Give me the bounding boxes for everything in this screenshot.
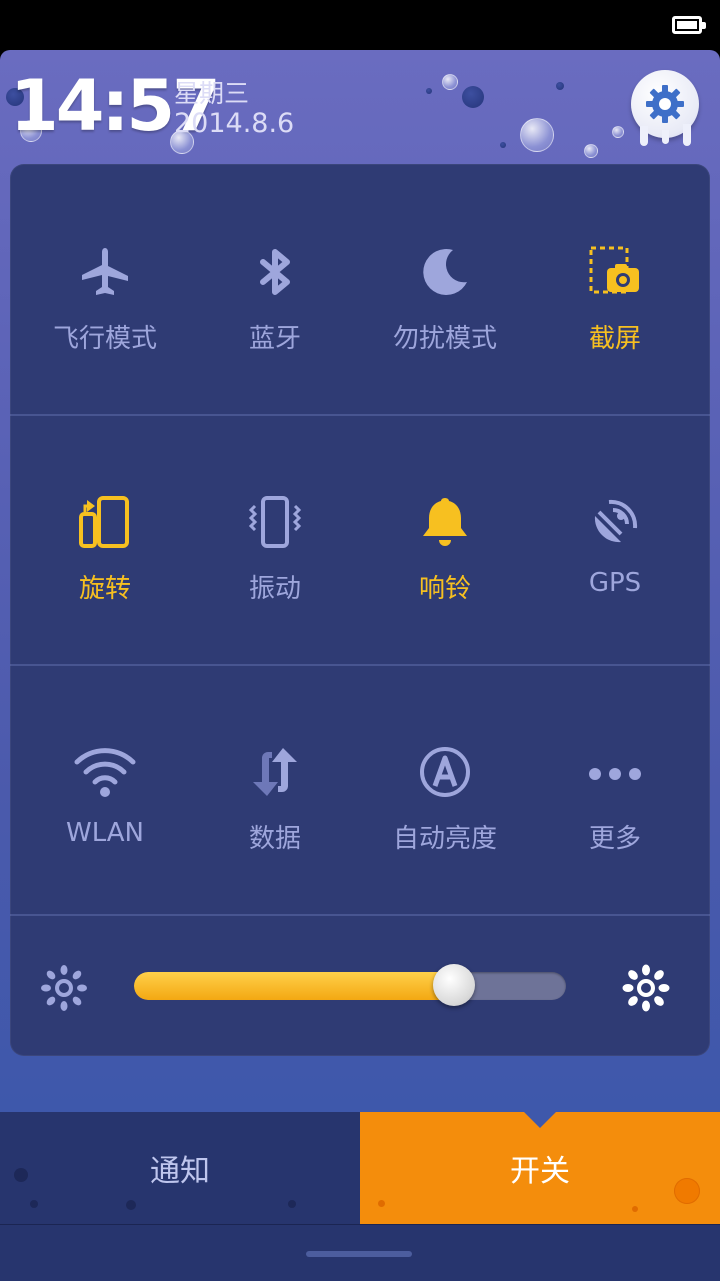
toggle-auto-brightness[interactable]: 自动亮度: [360, 740, 530, 880]
date-label: 2014.8.6: [174, 108, 295, 139]
bubble-decoration: [612, 126, 624, 138]
toggle-ring[interactable]: 响铃: [360, 490, 530, 630]
tab-toggles[interactable]: 开关: [360, 1112, 720, 1224]
toggle-label: 振动: [248, 574, 301, 604]
dot-decoration: [632, 1206, 638, 1212]
data-arrows-icon: [243, 740, 307, 804]
brightness-slider-track[interactable]: [134, 972, 566, 1000]
vibrate-icon: [243, 490, 307, 554]
airplane-icon: [73, 240, 137, 304]
row-divider: [10, 914, 710, 916]
brightness-slider-thumb[interactable]: [432, 964, 475, 1006]
tab-toggles-label: 开关: [510, 1154, 570, 1189]
toggle-label: 旋转: [78, 574, 131, 604]
active-tab-pointer: [522, 1110, 558, 1128]
bubble-decoration: [426, 88, 432, 94]
toggle-rotate[interactable]: 旋转: [20, 490, 190, 630]
tab-notifications-label: 通知: [150, 1154, 210, 1189]
quick-toggles-panel: 飞行模式 蓝牙 勿扰模式 截屏 旋转 振动 响铃 GPS WLAN 数据 自动亮…: [10, 164, 710, 1056]
battery-full-icon: [672, 16, 706, 34]
toggle-label: 截屏: [588, 324, 641, 354]
sun-low-icon: [40, 964, 88, 1012]
dot-decoration: [674, 1178, 700, 1204]
toggle-vibrate[interactable]: 振动: [190, 490, 360, 630]
dot-decoration: [378, 1200, 385, 1207]
toggle-wlan[interactable]: WLAN: [20, 740, 190, 880]
drip-decoration: [640, 126, 648, 146]
bubble-decoration: [556, 82, 564, 90]
dot-decoration: [126, 1200, 136, 1210]
toggle-airplane-mode[interactable]: 飞行模式: [20, 240, 190, 380]
drip-decoration: [683, 124, 691, 146]
toggle-label: WLAN: [65, 818, 145, 848]
toggle-gps[interactable]: GPS: [530, 490, 700, 630]
toggle-label: 响铃: [418, 574, 471, 604]
toggle-label: 勿扰模式: [392, 324, 497, 354]
toggle-label: 数据: [248, 824, 301, 854]
bubble-decoration: [462, 86, 484, 108]
auto-brightness-icon: [413, 740, 477, 804]
toggle-more[interactable]: 更多: [530, 740, 700, 880]
bubble-decoration: [520, 118, 554, 152]
shade-footer: [0, 1224, 720, 1281]
toggle-label: 自动亮度: [392, 824, 497, 854]
bubble-decoration: [500, 142, 506, 148]
dot-decoration: [30, 1200, 38, 1208]
dot-decoration: [288, 1200, 296, 1208]
rotate-icon: [73, 490, 137, 554]
sun-high-icon: [622, 964, 670, 1012]
brightness-slider-fill: [134, 972, 454, 1000]
drag-handle[interactable]: [306, 1251, 412, 1257]
dot-decoration: [14, 1168, 28, 1182]
row-divider: [10, 414, 710, 416]
bubble-decoration: [584, 144, 598, 158]
status-bar: [0, 0, 720, 50]
weekday-label: 星期三: [174, 79, 250, 108]
toggle-label: 更多: [588, 824, 641, 854]
bell-icon: [413, 490, 477, 554]
screenshot-icon: [583, 240, 647, 304]
toggle-bluetooth[interactable]: 蓝牙: [190, 240, 360, 380]
toggle-screenshot[interactable]: 截屏: [530, 240, 700, 380]
toggle-label: GPS: [588, 568, 642, 598]
shade-tabs: 通知 开关: [0, 1110, 720, 1224]
gps-icon: [583, 490, 647, 554]
toggle-mobile-data[interactable]: 数据: [190, 740, 360, 880]
bubble-decoration: [442, 74, 458, 90]
more-dots-icon: [583, 740, 647, 804]
wifi-icon: [73, 740, 137, 804]
tab-notifications[interactable]: 通知: [0, 1112, 360, 1224]
row-divider: [10, 664, 710, 666]
bluetooth-icon: [243, 240, 307, 304]
gear-icon: [646, 85, 684, 123]
toggle-do-not-disturb[interactable]: 勿扰模式: [360, 240, 530, 380]
toggle-label: 飞行模式: [52, 324, 157, 354]
moon-icon: [413, 240, 477, 304]
drip-decoration: [662, 130, 669, 144]
toggle-label: 蓝牙: [248, 324, 301, 354]
